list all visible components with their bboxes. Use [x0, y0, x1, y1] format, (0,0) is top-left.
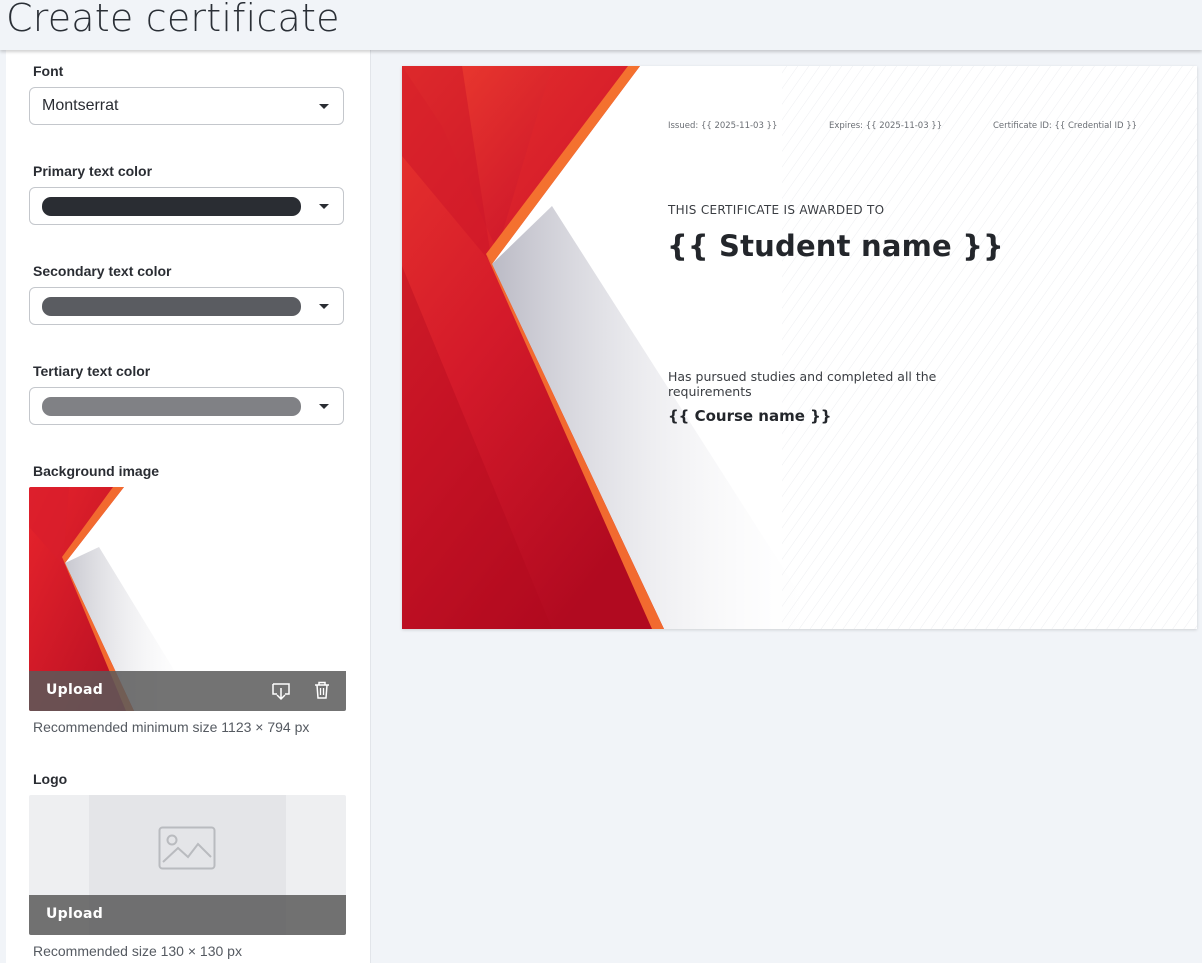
page-header: Create certificate — [0, 0, 1202, 50]
issued-date: Issued: {{ 2025-11-03 }} — [668, 121, 778, 131]
image-placeholder-icon — [158, 826, 216, 874]
primary-color-swatch — [42, 197, 301, 216]
settings-sidebar: Font Montserrat Primary text color Secon… — [6, 50, 371, 963]
course-name: {{ Course name }} — [668, 407, 832, 425]
secondary-color-select[interactable] — [29, 287, 344, 325]
expires-date: Expires: {{ 2025-11-03 }} — [829, 121, 943, 131]
chevron-down-icon — [319, 104, 329, 109]
background-size-hint: Recommended minimum size 1123 × 794 px — [33, 719, 310, 735]
awarded-to-text: THIS CERTIFICATE IS AWARDED TO — [668, 203, 885, 217]
chevron-down-icon — [319, 304, 329, 309]
chevron-down-icon — [319, 404, 329, 409]
font-label: Font — [33, 63, 64, 79]
secondary-color-swatch — [42, 297, 301, 316]
credential-id: Certificate ID: {{ Credential ID }} — [993, 121, 1138, 131]
background-image-preview: Upload — [29, 487, 346, 711]
tertiary-color-label: Tertiary text color — [33, 363, 151, 379]
logo-preview: Upload — [29, 795, 346, 935]
primary-color-select[interactable] — [29, 187, 344, 225]
trash-icon[interactable] — [313, 680, 331, 704]
primary-color-label: Primary text color — [33, 163, 153, 179]
font-select[interactable]: Montserrat — [29, 87, 344, 125]
pursued-text: Has pursued studies and completed all th… — [668, 369, 937, 399]
certificate-background — [402, 66, 1197, 629]
certificate-preview: Issued: {{ 2025-11-03 }} Expires: {{ 202… — [402, 66, 1197, 629]
tertiary-color-select[interactable] — [29, 387, 344, 425]
logo-upload-button[interactable]: Upload — [46, 906, 103, 922]
chevron-down-icon — [319, 204, 329, 209]
tertiary-color-swatch — [42, 397, 301, 416]
page-title: Create certificate — [6, 0, 340, 40]
secondary-color-label: Secondary text color — [33, 263, 172, 279]
logo-upload-bar: Upload — [29, 895, 346, 935]
logo-size-hint: Recommended size 130 × 130 px — [33, 943, 242, 959]
download-icon[interactable] — [270, 680, 292, 706]
background-image-label: Background image — [33, 463, 160, 479]
background-upload-bar: Upload — [29, 671, 346, 711]
font-select-value: Montserrat — [42, 97, 119, 114]
background-upload-button[interactable]: Upload — [46, 682, 103, 698]
logo-label: Logo — [33, 771, 68, 787]
student-name: {{ Student name }} — [667, 229, 1004, 263]
